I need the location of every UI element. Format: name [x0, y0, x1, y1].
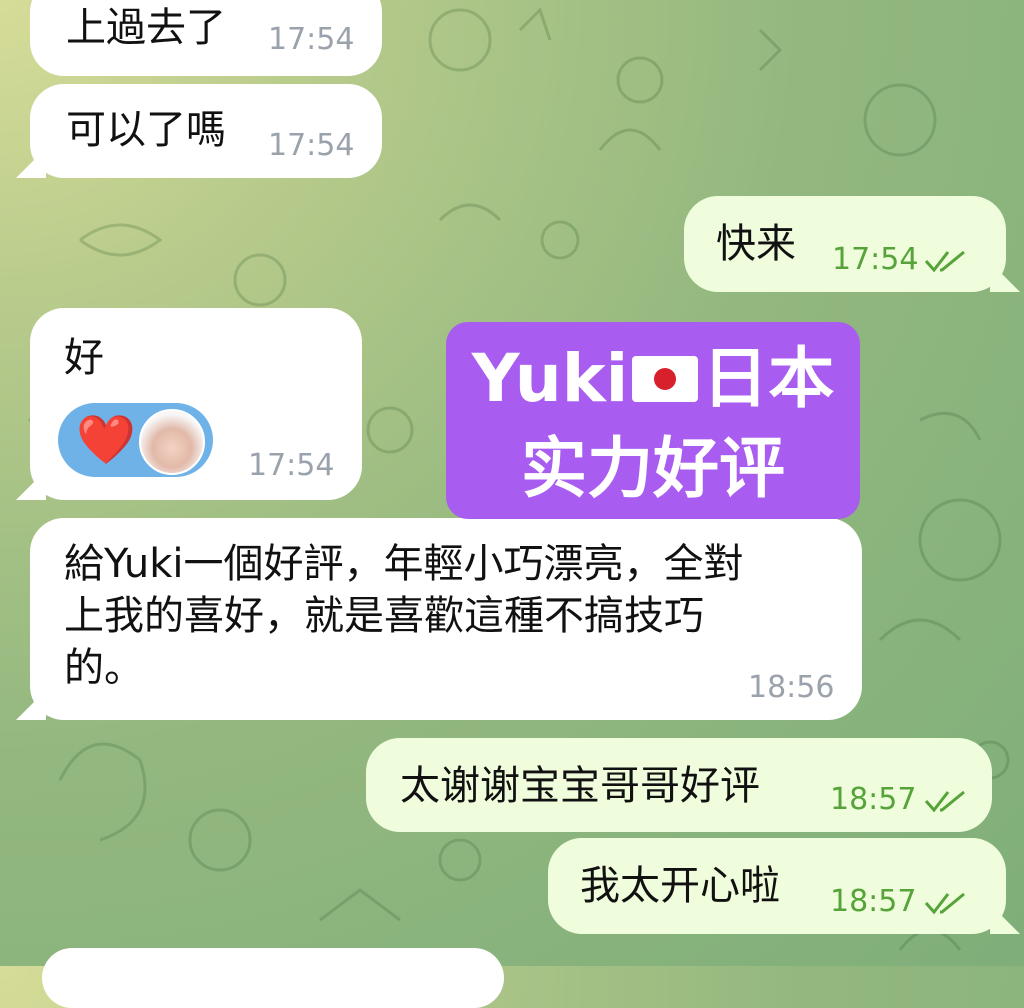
message-time: 17:54	[268, 128, 355, 163]
read-receipt-icon	[924, 892, 965, 915]
avatar	[139, 409, 205, 475]
message-time: 17:54	[268, 22, 355, 57]
japan-flag-icon	[632, 355, 699, 402]
message-time: 17:54	[832, 242, 919, 277]
message-bubble-incoming[interactable]: 好 ❤️ 17:54	[30, 308, 362, 500]
promo-country: 日本	[702, 340, 835, 417]
message-text: 給Yuki一個好評，年輕小巧漂亮，全對 上我的喜好，就是喜歡這種不搞技巧 的。	[64, 541, 744, 691]
message-bubble-outgoing[interactable]: 太谢谢宝宝哥哥好评 18:57	[366, 738, 992, 832]
message-bubble-outgoing[interactable]: 快来 17:54	[684, 196, 1006, 292]
read-receipt-icon	[924, 790, 965, 813]
message-text: 太谢谢宝宝哥哥好评	[400, 763, 760, 809]
heart-icon: ❤️	[76, 412, 136, 468]
promo-name: Yuki	[471, 340, 629, 417]
message-bubble-incoming[interactable]: 上過去了 17:54	[30, 0, 382, 76]
message-text: 好	[64, 335, 104, 381]
message-text: 快来	[716, 221, 796, 267]
reaction-badge[interactable]: ❤️	[58, 403, 213, 477]
message-time: 18:57	[830, 884, 917, 919]
message-time: 17:54	[248, 448, 335, 483]
message-bubble-incoming-partial[interactable]	[42, 948, 504, 1008]
promo-overlay-label: Yuki 日本 实力好评	[446, 322, 860, 519]
message-text: 我太开心啦	[580, 863, 780, 909]
message-bubble-outgoing[interactable]: 我太开心啦 18:57	[548, 838, 1006, 934]
message-text: 上過去了	[66, 5, 226, 51]
message-time: 18:56	[748, 670, 835, 705]
message-bubble-incoming[interactable]: 可以了嗎 17:54	[30, 84, 382, 178]
promo-title-line: Yuki 日本	[446, 338, 860, 420]
message-text: 可以了嗎	[66, 107, 226, 153]
message-bubble-incoming[interactable]: 給Yuki一個好評，年輕小巧漂亮，全對 上我的喜好，就是喜歡這種不搞技巧 的。 …	[30, 518, 862, 720]
promo-subtitle: 实力好评	[521, 430, 785, 507]
message-time: 18:57	[830, 782, 917, 817]
read-receipt-icon	[924, 250, 965, 273]
